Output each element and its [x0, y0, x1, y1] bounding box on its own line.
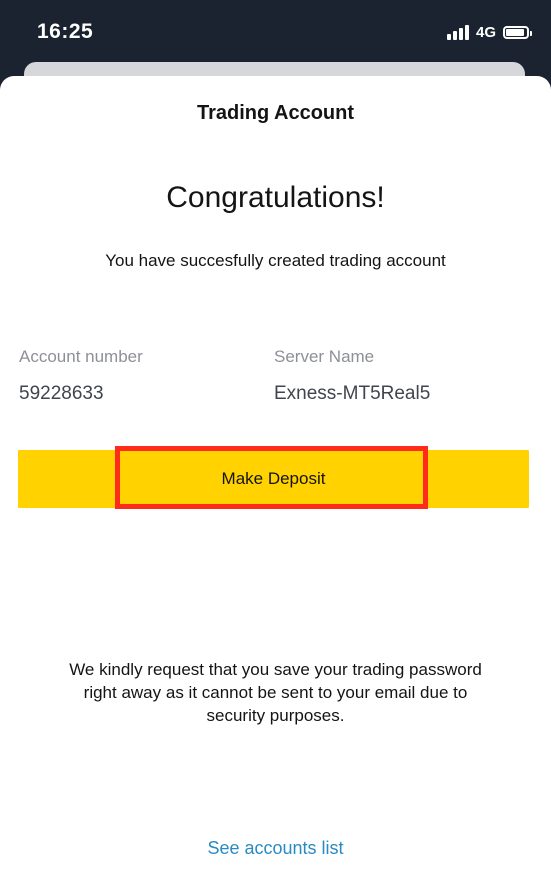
password-notice-line: right away as it cannot be sent to your …	[83, 683, 468, 702]
password-notice-line: security purposes.	[206, 706, 345, 725]
sheet-title: Trading Account	[196, 102, 355, 124]
account-number-value: 59228633	[19, 383, 104, 404]
battery-icon	[503, 25, 532, 39]
see-accounts-list-link[interactable]: See accounts list	[0, 838, 551, 859]
status-indicators: 4G	[446, 22, 532, 42]
status-bar: 16:25 4G	[0, 0, 551, 62]
network-type: 4G	[475, 23, 496, 41]
password-notice: We kindly request that you save your tra…	[30, 658, 521, 727]
status-time: 16:25	[37, 20, 94, 43]
congratulations-heading: Congratulations!	[166, 181, 385, 214]
make-deposit-label: Make Deposit	[221, 469, 326, 488]
server-name-label: Server Name	[274, 347, 375, 366]
make-deposit-button[interactable]: Make Deposit	[18, 446, 529, 509]
signal-icon	[446, 24, 469, 40]
success-message: You have succesfully created trading acc…	[105, 251, 446, 270]
password-notice-line: We kindly request that you save your tra…	[69, 660, 482, 679]
account-number-label: Account number	[19, 347, 143, 366]
server-name-value: Exness-MT5Real5	[274, 383, 431, 404]
